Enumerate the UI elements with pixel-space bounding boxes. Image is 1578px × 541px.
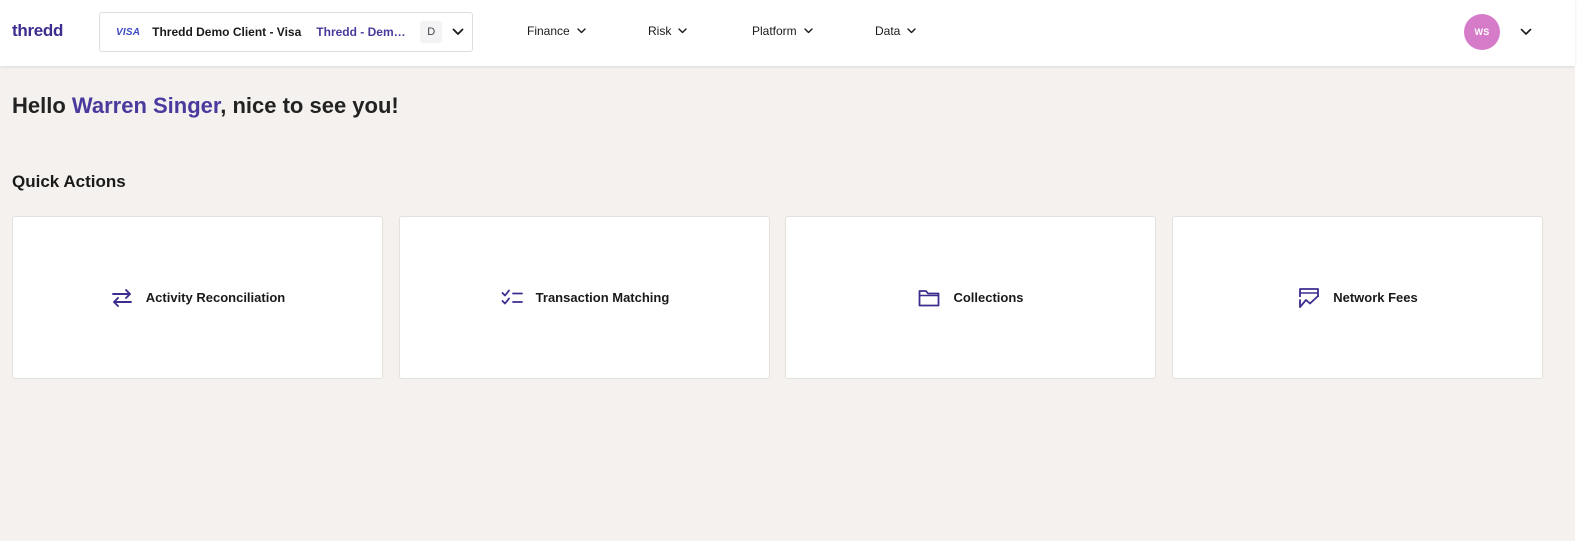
- activity-reconciliation-label: Activity Reconciliation: [145, 290, 286, 305]
- collections-card[interactable]: Collections: [785, 216, 1156, 379]
- greeting-prefix: Hello: [12, 93, 72, 118]
- fees-chart-icon: [1297, 286, 1321, 310]
- checklist-icon: [500, 286, 524, 310]
- thredd-logo[interactable]: thredd: [12, 21, 63, 41]
- top-bar: thredd VISA Thredd Demo Client - Visa Th…: [0, 0, 1575, 66]
- folder-icon: [917, 286, 941, 310]
- nav-finance[interactable]: Finance: [527, 24, 586, 38]
- transaction-matching-label: Transaction Matching: [535, 290, 670, 305]
- program-name: Thredd - Demo Program: [316, 25, 408, 39]
- user-name: Warren Singer: [71, 93, 221, 118]
- greeting-heading: Hello Warren Singer, nice to see you!: [12, 93, 399, 119]
- network-fees-label: Network Fees: [1333, 290, 1418, 305]
- nav-risk[interactable]: Risk: [648, 24, 688, 38]
- nav-risk-label: Risk: [648, 24, 672, 38]
- chevron-down-icon: [803, 28, 813, 34]
- user-avatar[interactable]: WS: [1464, 14, 1500, 50]
- transaction-matching-card[interactable]: Transaction Matching: [399, 216, 770, 379]
- chevron-down-icon[interactable]: [1519, 25, 1533, 39]
- activity-reconciliation-card[interactable]: Activity Reconciliation: [12, 216, 383, 379]
- visa-network-label: VISA: [116, 26, 141, 38]
- collections-label: Collections: [953, 290, 1024, 305]
- chevron-down-icon[interactable]: [451, 25, 465, 39]
- quick-actions-title: Quick Actions: [12, 172, 126, 191]
- chevron-down-icon: [577, 28, 586, 34]
- network-fees-card[interactable]: Network Fees: [1172, 216, 1543, 379]
- client-name: Thredd Demo Client - Visa: [152, 25, 302, 39]
- client-selector[interactable]: VISA Thredd Demo Client - Visa Thredd - …: [99, 12, 473, 52]
- nav-data-label: Data: [875, 24, 901, 38]
- nav-finance-label: Finance: [527, 24, 570, 38]
- nav-data[interactable]: Data: [875, 24, 917, 38]
- swap-arrows-icon: [110, 286, 134, 310]
- greeting-suffix: , nice to see you!: [220, 93, 399, 118]
- chevron-down-icon: [907, 28, 917, 34]
- chevron-down-icon: [678, 28, 688, 34]
- environment-badge: D: [420, 21, 443, 43]
- nav-platform[interactable]: Platform: [752, 24, 813, 38]
- page-background: thredd VISA Thredd Demo Client - Visa Th…: [0, 0, 1575, 541]
- nav-platform-label: Platform: [752, 24, 797, 38]
